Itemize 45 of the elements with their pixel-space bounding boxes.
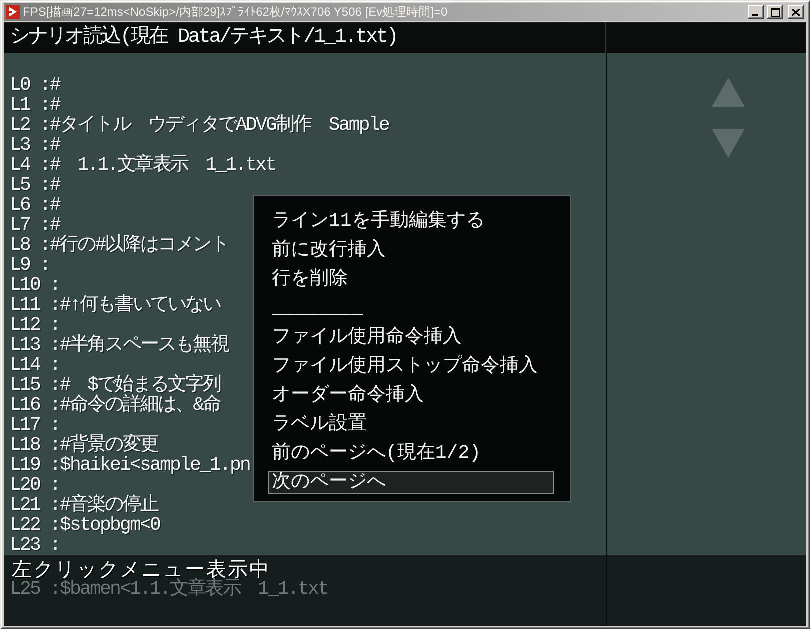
- script-line[interactable]: L0 :#: [10, 75, 60, 95]
- script-line[interactable]: L4 :# 1.1.文章表示 1_1.txt: [10, 155, 276, 175]
- minimize-button[interactable]: [748, 5, 764, 19]
- script-line[interactable]: L11 :#↑何も書いていない: [10, 295, 221, 315]
- script-line[interactable]: L13 :#半角スペースも無視: [10, 335, 228, 355]
- menu-item[interactable]: オーダー命令挿入: [268, 384, 554, 407]
- window-title: FPS[描画27=12ms<NoSkip>/内部29]ｽﾌﾟﾗｲﾄ62枚/ﾏｳｽX706 Y506 [Ev処理時間]=0: [23, 5, 448, 19]
- script-line[interactable]: L5 :#: [10, 175, 60, 195]
- script-line[interactable]: L9 :: [10, 255, 50, 275]
- script-line[interactable]: L1 :#: [10, 95, 60, 115]
- script-line[interactable]: L6 :#: [10, 195, 60, 215]
- script-line[interactable]: L16 :#命令の詳細は、&命: [10, 395, 221, 415]
- script-line[interactable]: L3 :#: [10, 135, 60, 155]
- script-line[interactable]: L23 :: [10, 535, 60, 555]
- screen-title: シナリオ読込(現在 Data/テキスト/1_1.txt): [10, 26, 398, 50]
- script-line[interactable]: L15 :# $で始まる文字列: [10, 375, 221, 395]
- menu-item[interactable]: 前のページへ(現在1/2): [268, 442, 554, 465]
- script-line[interactable]: L2 :#タイトル ウディタでADVG制作 Sample: [10, 115, 389, 135]
- menu-item[interactable]: ラベル設置: [268, 413, 554, 436]
- script-line[interactable]: L14 :: [10, 355, 60, 375]
- script-line[interactable]: L17 :: [10, 415, 60, 435]
- down-triangle-icon: [712, 129, 745, 158]
- script-line[interactable]: L18 :#背景の変更: [10, 435, 158, 455]
- close-icon: [792, 8, 800, 16]
- menu-item[interactable]: 前に改行挿入: [268, 239, 554, 262]
- menu-item[interactable]: 次のページへ: [268, 471, 554, 494]
- menu-item[interactable]: ファイル使用命令挿入: [268, 326, 554, 349]
- menu-item[interactable]: ファイル使用ストップ命令挿入: [268, 355, 554, 378]
- script-line: L25 :$bamen<1.1.文章表示 1_1.txt: [10, 580, 328, 599]
- script-line[interactable]: L10 :: [10, 275, 60, 295]
- maximize-icon: [770, 8, 780, 16]
- script-line[interactable]: L22 :$stopbgm<0: [10, 515, 160, 535]
- close-button[interactable]: [788, 5, 804, 19]
- script-line[interactable]: L21 :#音楽の停止: [10, 495, 158, 515]
- script-line[interactable]: L20 :: [10, 475, 60, 495]
- script-line[interactable]: L12 :: [10, 315, 60, 335]
- maximize-button[interactable]: [767, 5, 783, 19]
- app-icon: [6, 5, 20, 19]
- script-line[interactable]: L7 :#: [10, 215, 60, 235]
- menu-item[interactable]: 行を削除: [268, 268, 554, 291]
- script-line[interactable]: L8 :#行の#以降はコメント: [10, 235, 228, 255]
- script-line[interactable]: L19 :$haikei<sample_1.pn: [10, 455, 250, 475]
- menu-item[interactable]: ライン11を手動編集する: [268, 210, 554, 233]
- up-triangle-icon: [712, 78, 745, 107]
- menu-item[interactable]: ________: [268, 297, 554, 320]
